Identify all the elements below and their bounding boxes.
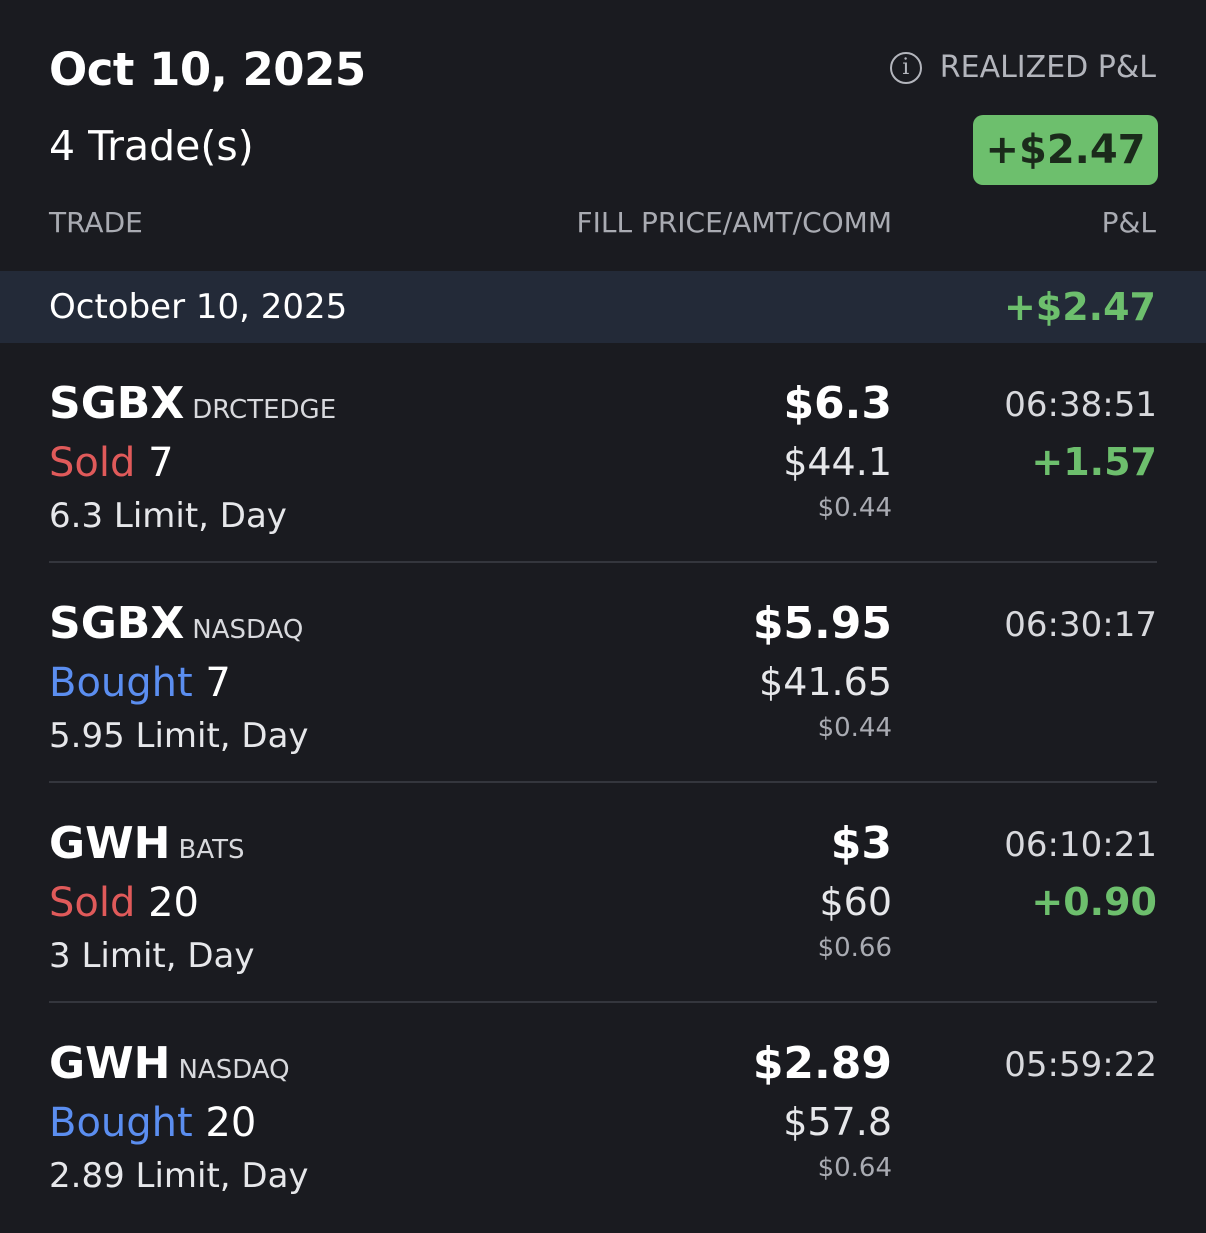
trade-symbol-line: GWH NASDAQ — [49, 1037, 290, 1100]
trade-side-line: Sold 20 — [49, 878, 199, 928]
trade-side-line: Bought 7 — [49, 658, 231, 708]
realized-pnl-badge: +$2.47 — [973, 115, 1158, 185]
trade-exchange: DRCTEDGE — [192, 395, 337, 425]
trade-time: 06:38:51 — [1004, 385, 1157, 425]
trade-symbol: SGBX — [49, 378, 185, 429]
trade-time: 06:30:17 — [1004, 605, 1157, 645]
trade-symbol-line: GWH BATS — [49, 817, 244, 880]
trade-time: 05:59:22 — [1004, 1045, 1157, 1085]
realized-pnl-label[interactable]: i REALIZED P&L — [889, 48, 1156, 88]
trade-side: Sold — [49, 440, 136, 486]
info-icon[interactable]: i — [889, 52, 922, 84]
trade-symbol: SGBX — [49, 598, 185, 649]
trade-quantity: 20 — [148, 880, 199, 926]
trade-row[interactable]: GWH NASDAQ Bought 20 2.89 Limit, Day $2.8… — [49, 1003, 1157, 1223]
trade-pnl: +1.57 — [1031, 440, 1157, 484]
trade-count: 4 Trade(s) — [49, 122, 254, 170]
trade-exchange: BATS — [178, 835, 245, 865]
trade-order-type: 2.89 Limit, Day — [49, 1156, 309, 1196]
trade-fill-price: $6.3 — [783, 378, 892, 429]
trade-side: Sold — [49, 880, 136, 926]
trade-side: Bought — [49, 660, 193, 706]
trade-side: Bought — [49, 1100, 193, 1146]
trade-fill-price: $3 — [830, 818, 892, 869]
trade-exchange: NASDAQ — [178, 1055, 290, 1085]
trade-symbol-line: SGBX DRCTEDGE — [49, 377, 336, 440]
trade-amount: $60 — [819, 880, 892, 924]
trade-commission: $0.44 — [817, 713, 892, 743]
trade-fill-price: $2.89 — [752, 1038, 892, 1089]
trade-row[interactable]: SGBX NASDAQ Bought 7 5.95 Limit, Day $5.9… — [49, 563, 1157, 783]
trade-side-line: Bought 20 — [49, 1098, 256, 1148]
trade-commission: $0.64 — [817, 1153, 892, 1183]
trade-quantity: 7 — [148, 440, 174, 486]
day-group-header: October 10, 2025 +$2.47 — [0, 271, 1206, 343]
trade-symbol: GWH — [49, 1038, 171, 1089]
column-header-trade: TRADE — [49, 206, 143, 239]
trade-quantity: 20 — [205, 1100, 257, 1146]
trade-side-line: Sold 7 — [49, 438, 174, 488]
trade-amount: $57.8 — [783, 1100, 892, 1144]
trade-symbol: GWH — [49, 818, 171, 869]
trade-commission: $0.66 — [817, 933, 892, 963]
realized-pnl-label-text: REALIZED P&L — [939, 50, 1156, 85]
trade-quantity: 7 — [205, 660, 231, 706]
trade-order-type: 3 Limit, Day — [49, 936, 255, 976]
trade-amount: $44.1 — [783, 440, 892, 484]
column-header-pnl: P&L — [1101, 206, 1156, 239]
trade-commission: $0.44 — [817, 493, 892, 523]
trade-history-page: Oct 10, 2025 4 Trade(s) i REALIZED P&L +… — [0, 0, 1206, 1233]
trade-exchange: NASDAQ — [192, 615, 304, 645]
trade-amount: $41.65 — [759, 660, 892, 704]
trade-order-type: 5.95 Limit, Day — [49, 716, 309, 756]
trade-time: 06:10:21 — [1004, 825, 1157, 865]
trade-symbol-line: SGBX NASDAQ — [49, 597, 303, 660]
trade-pnl: +0.90 — [1031, 880, 1157, 924]
day-group-date: October 10, 2025 — [49, 287, 348, 327]
day-group-pnl: +$2.47 — [1003, 285, 1156, 329]
trade-fill-price: $5.95 — [752, 598, 892, 649]
trade-order-type: 6.3 Limit, Day — [49, 496, 287, 536]
trade-row[interactable]: SGBX DRCTEDGE Sold 7 6.3 Limit, Day $6.3 … — [49, 343, 1157, 563]
trade-row[interactable]: GWH BATS Sold 20 3 Limit, Day $3 $60 $0.6… — [49, 783, 1157, 1003]
column-header-fill: FILL PRICE/AMT/COMM — [576, 206, 893, 239]
summary-header: Oct 10, 2025 4 Trade(s) i REALIZED P&L +… — [0, 0, 1206, 271]
page-title: Oct 10, 2025 — [49, 43, 366, 96]
